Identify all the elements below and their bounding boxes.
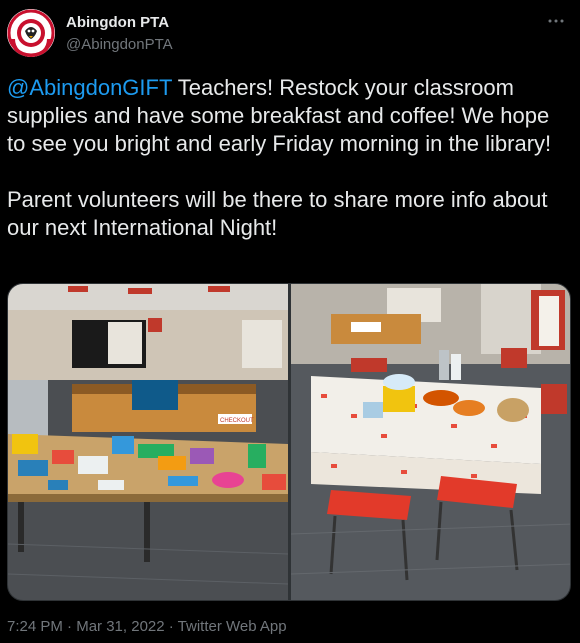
media-grid: CHECKOUT — [7, 283, 571, 601]
mention-link[interactable]: @AbingdonGIFT — [7, 75, 172, 100]
tweet-date[interactable]: Mar 31, 2022 — [76, 618, 164, 635]
photo-image: CHECKOUT — [8, 284, 288, 600]
photo-image — [291, 284, 570, 600]
tweet-header: Abingdon PTA @AbingdonPTA — [0, 0, 580, 64]
meta-separator: · — [164, 618, 178, 635]
ellipsis-icon — [548, 19, 564, 23]
account-handle[interactable]: @AbingdonPTA — [66, 36, 173, 53]
more-options-icon[interactable] — [544, 12, 568, 36]
library-supply-table-photo[interactable]: CHECKOUT — [8, 284, 288, 600]
checkout-sign: CHECKOUT — [220, 418, 254, 424]
tweet-time[interactable]: 7:24 PM — [7, 618, 63, 635]
meta-separator: · — [62, 618, 77, 635]
abingdon-seal-icon — [7, 9, 55, 57]
tweet-text-paragraph-2: Parent volunteers will be there to share… — [7, 187, 554, 240]
display-name[interactable]: Abingdon PTA — [66, 14, 169, 31]
tweet-body: @AbingdonGIFT Teachers! Restock your cla… — [7, 74, 573, 242]
tweet-source: Twitter Web App — [177, 618, 287, 635]
avatar[interactable] — [7, 9, 55, 57]
tweet-metadata: 7:24 PM · Mar 31, 2022 · Twitter Web App — [7, 618, 287, 635]
breakfast-table-photo[interactable] — [291, 284, 570, 600]
